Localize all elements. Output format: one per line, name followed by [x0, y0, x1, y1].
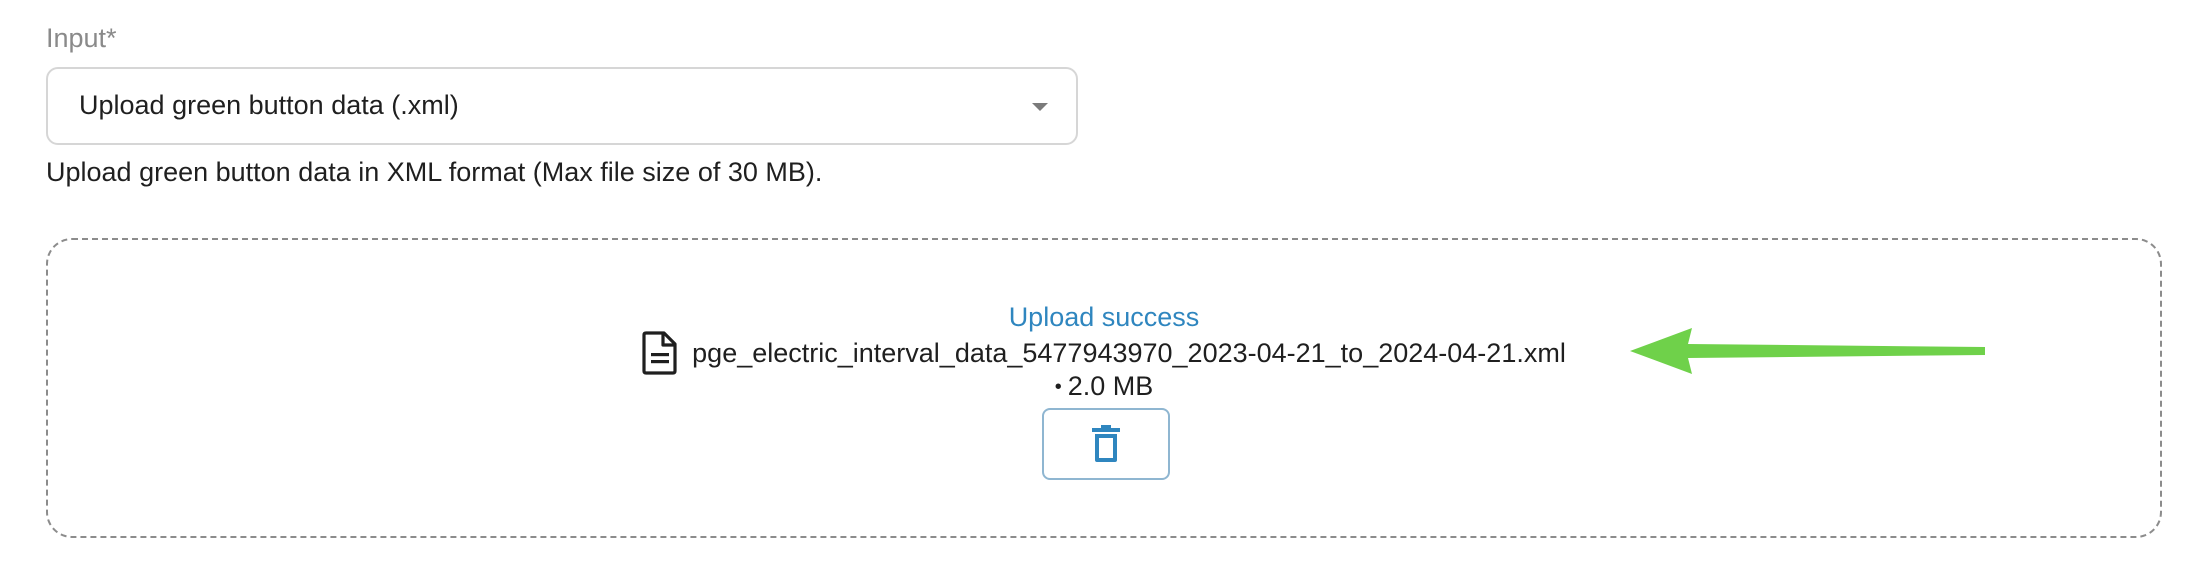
input-type-select-value: Upload green button data (.xml): [79, 90, 459, 120]
file-dropzone[interactable]: Upload success pge_electric_interval_dat…: [46, 238, 2162, 538]
uploaded-file-name: pge_electric_interval_data_5477943970_20…: [692, 338, 1566, 368]
input-label: Input*: [46, 23, 117, 53]
delete-file-button[interactable]: [1042, 408, 1170, 480]
size-separator: •: [1054, 376, 1062, 398]
caret-down-icon[interactable]: [1032, 103, 1048, 111]
arrow-left-icon: [1630, 328, 1985, 374]
input-helper-text: Upload green button data in XML format (…: [46, 157, 823, 187]
trash-icon: [1092, 425, 1120, 462]
input-type-select[interactable]: Upload green button data (.xml): [46, 67, 1078, 145]
uploaded-file-size: 2.0 MB: [1067, 371, 1154, 401]
